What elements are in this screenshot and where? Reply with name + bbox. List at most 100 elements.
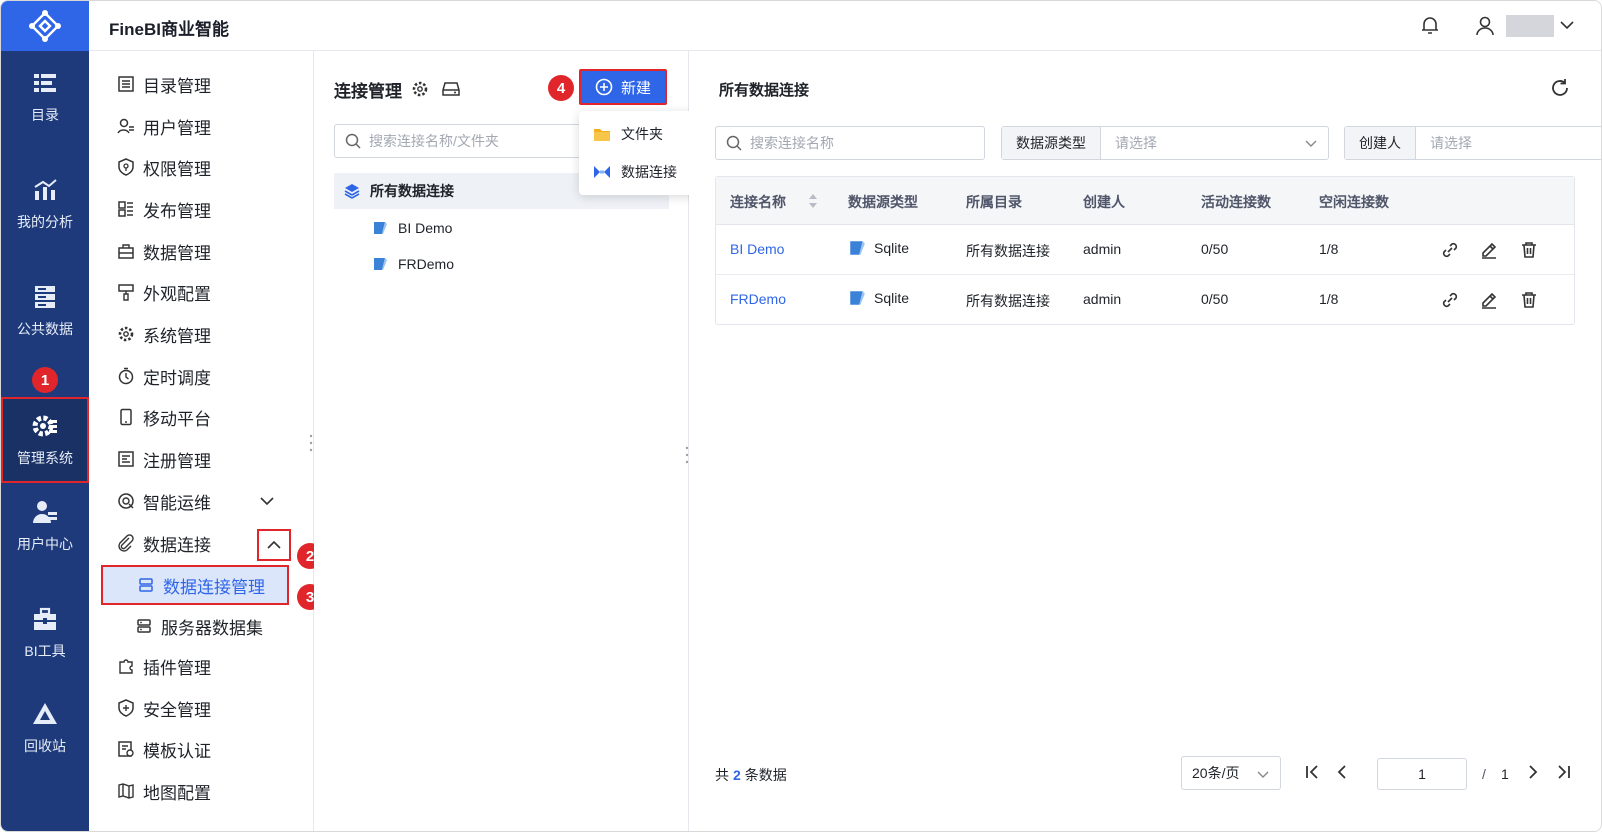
primary-nav: 目录 我的分析 公共数据 管理系统 用户中心 BI工具 回收站 — [1, 51, 89, 831]
menu-item-plugin-management[interactable]: 插件管理 — [117, 651, 211, 681]
server-dataset-icon — [137, 619, 151, 633]
sqlite-icon — [374, 258, 387, 270]
chevron-up-icon — [267, 540, 281, 549]
sort-icon[interactable] — [808, 192, 818, 210]
menu-item-smart-ops[interactable]: 智能运维 — [117, 486, 211, 516]
register-icon — [118, 451, 134, 467]
filter-label: 数据源类型 — [1002, 127, 1101, 159]
user-manage-icon — [117, 118, 134, 134]
delete-icon[interactable] — [1519, 290, 1539, 310]
directory-cell: 所有数据连接 — [966, 293, 1050, 309]
menu-item-appearance[interactable]: 外观配置 — [117, 277, 211, 307]
table-row[interactable]: BI Demo Sqlite 所有数据连接 admin 0/50 1/8 — [716, 225, 1574, 275]
chevron-down-icon — [1305, 140, 1317, 147]
content-title: 所有数据连接 — [719, 82, 810, 99]
record-count: 共 2 条数据 — [715, 767, 787, 783]
timer-icon — [118, 367, 134, 385]
menu-item-system-management[interactable]: 系统管理 — [117, 319, 211, 349]
sqlite-icon — [850, 291, 865, 305]
menu-item-map-config[interactable]: 地图配置 — [117, 776, 211, 806]
connection-name-search-input[interactable]: 搜索连接名称 — [715, 126, 985, 160]
shield-icon — [118, 158, 134, 176]
menu-item-permission-management[interactable]: 权限管理 — [117, 152, 211, 182]
paint-icon — [118, 284, 134, 301]
menu-item-security[interactable]: 安全管理 — [117, 693, 211, 723]
management-icon — [32, 415, 57, 437]
plus-circle-icon — [595, 78, 613, 96]
nav-label: BI工具 — [24, 643, 66, 659]
notification-bell-icon[interactable] — [1419, 14, 1441, 36]
creator-filter[interactable]: 创建人 请选择 — [1344, 126, 1601, 160]
menu-sub-data-connection-management[interactable]: 数据连接管理 — [101, 565, 289, 605]
folder-icon — [594, 129, 610, 141]
datasource-type-filter[interactable]: 数据源类型 请选择 — [1001, 126, 1329, 160]
nav-item-public-data[interactable]: 公共数据 — [1, 268, 89, 354]
menu-sub-server-dataset[interactable]: 服务器数据集 — [101, 606, 289, 646]
next-page-icon[interactable] — [1524, 763, 1542, 781]
tree-item[interactable]: BI Demo — [372, 213, 452, 243]
nav-item-catalog[interactable]: 目录 — [1, 54, 89, 140]
popup-item-folder[interactable]: 文件夹 — [593, 119, 663, 149]
top-bar: FineBI商业智能 — [1, 1, 1601, 51]
nav-item-management-system[interactable]: 管理系统 — [1, 397, 89, 483]
last-page-icon[interactable] — [1555, 763, 1573, 781]
security-shield-icon — [118, 699, 134, 717]
gear-icon[interactable] — [411, 80, 429, 98]
menu-item-template-certification[interactable]: 模板认证 — [117, 734, 211, 764]
creator-cell: admin — [1083, 241, 1122, 257]
chevron-down-icon[interactable] — [259, 493, 275, 509]
menu-item-catalog-management[interactable]: 目录管理 — [117, 69, 211, 99]
user-icon[interactable] — [1475, 15, 1495, 37]
nav-item-user-center[interactable]: 用户中心 — [1, 483, 89, 569]
catalog-icon — [34, 74, 56, 92]
edit-icon[interactable] — [1479, 240, 1499, 260]
connection-name-link[interactable]: FRDemo — [730, 291, 786, 307]
data-connection-collapse-toggle[interactable] — [257, 529, 291, 561]
sqlite-icon — [374, 222, 387, 234]
chevron-down-icon[interactable] — [1559, 17, 1575, 33]
current-page-input[interactable] — [1377, 758, 1467, 790]
menu-item-data-connection[interactable]: 数据连接 — [117, 528, 211, 558]
popup-item-data-connection[interactable]: 数据连接 — [593, 157, 677, 187]
menu-item-data-management[interactable]: 数据管理 — [117, 236, 211, 266]
step-badge-1: 1 — [32, 367, 58, 393]
layers-icon — [344, 184, 360, 199]
table-row[interactable]: FRDemo Sqlite 所有数据连接 admin 0/50 1/8 — [716, 275, 1574, 325]
delete-icon[interactable] — [1519, 240, 1539, 260]
connection-name-link[interactable]: BI Demo — [730, 241, 784, 257]
page-size-select[interactable]: 20条/页 — [1181, 756, 1281, 790]
step-badge-4: 4 — [548, 75, 574, 101]
nav-item-recycle-bin[interactable]: 回收站 — [1, 685, 89, 771]
nav-label: 管理系统 — [17, 450, 73, 466]
bi-tools-icon — [34, 607, 56, 630]
logo-icon — [29, 10, 61, 42]
search-icon — [345, 133, 361, 149]
edit-icon[interactable] — [1479, 290, 1499, 310]
new-button[interactable]: 新建 — [579, 69, 667, 105]
nav-item-bi-tools[interactable]: BI工具 — [1, 590, 89, 676]
refresh-icon[interactable] — [1549, 77, 1571, 99]
nav-label: 我的分析 — [17, 214, 73, 230]
menu-item-registration[interactable]: 注册管理 — [117, 444, 211, 474]
prev-page-icon[interactable] — [1333, 763, 1351, 781]
test-connection-link-icon[interactable] — [1440, 290, 1460, 310]
smart-ops-icon — [118, 493, 134, 509]
drive-icon[interactable] — [442, 81, 460, 97]
menu-item-publish-management[interactable]: 发布管理 — [117, 194, 211, 224]
menu-item-mobile-platform[interactable]: 移动平台 — [117, 402, 211, 432]
chevron-down-icon — [1257, 771, 1269, 778]
nav-item-my-analysis[interactable]: 我的分析 — [1, 161, 89, 247]
menu-item-user-management[interactable]: 用户管理 — [117, 111, 211, 141]
menu-item-scheduler[interactable]: 定时调度 — [117, 361, 211, 391]
nav-label: 目录 — [31, 107, 59, 123]
analysis-icon — [34, 179, 57, 200]
test-connection-link-icon[interactable] — [1440, 240, 1460, 260]
column-header: 所属目录 — [966, 194, 1022, 210]
nav-label: 公共数据 — [17, 321, 73, 337]
user-name-redacted[interactable] — [1506, 15, 1554, 37]
tree-item[interactable]: FRDemo — [372, 249, 454, 279]
app-logo[interactable] — [1, 1, 89, 51]
column-header: 创建人 — [1083, 194, 1125, 210]
puzzle-icon — [119, 659, 133, 674]
first-page-icon[interactable] — [1303, 763, 1321, 781]
